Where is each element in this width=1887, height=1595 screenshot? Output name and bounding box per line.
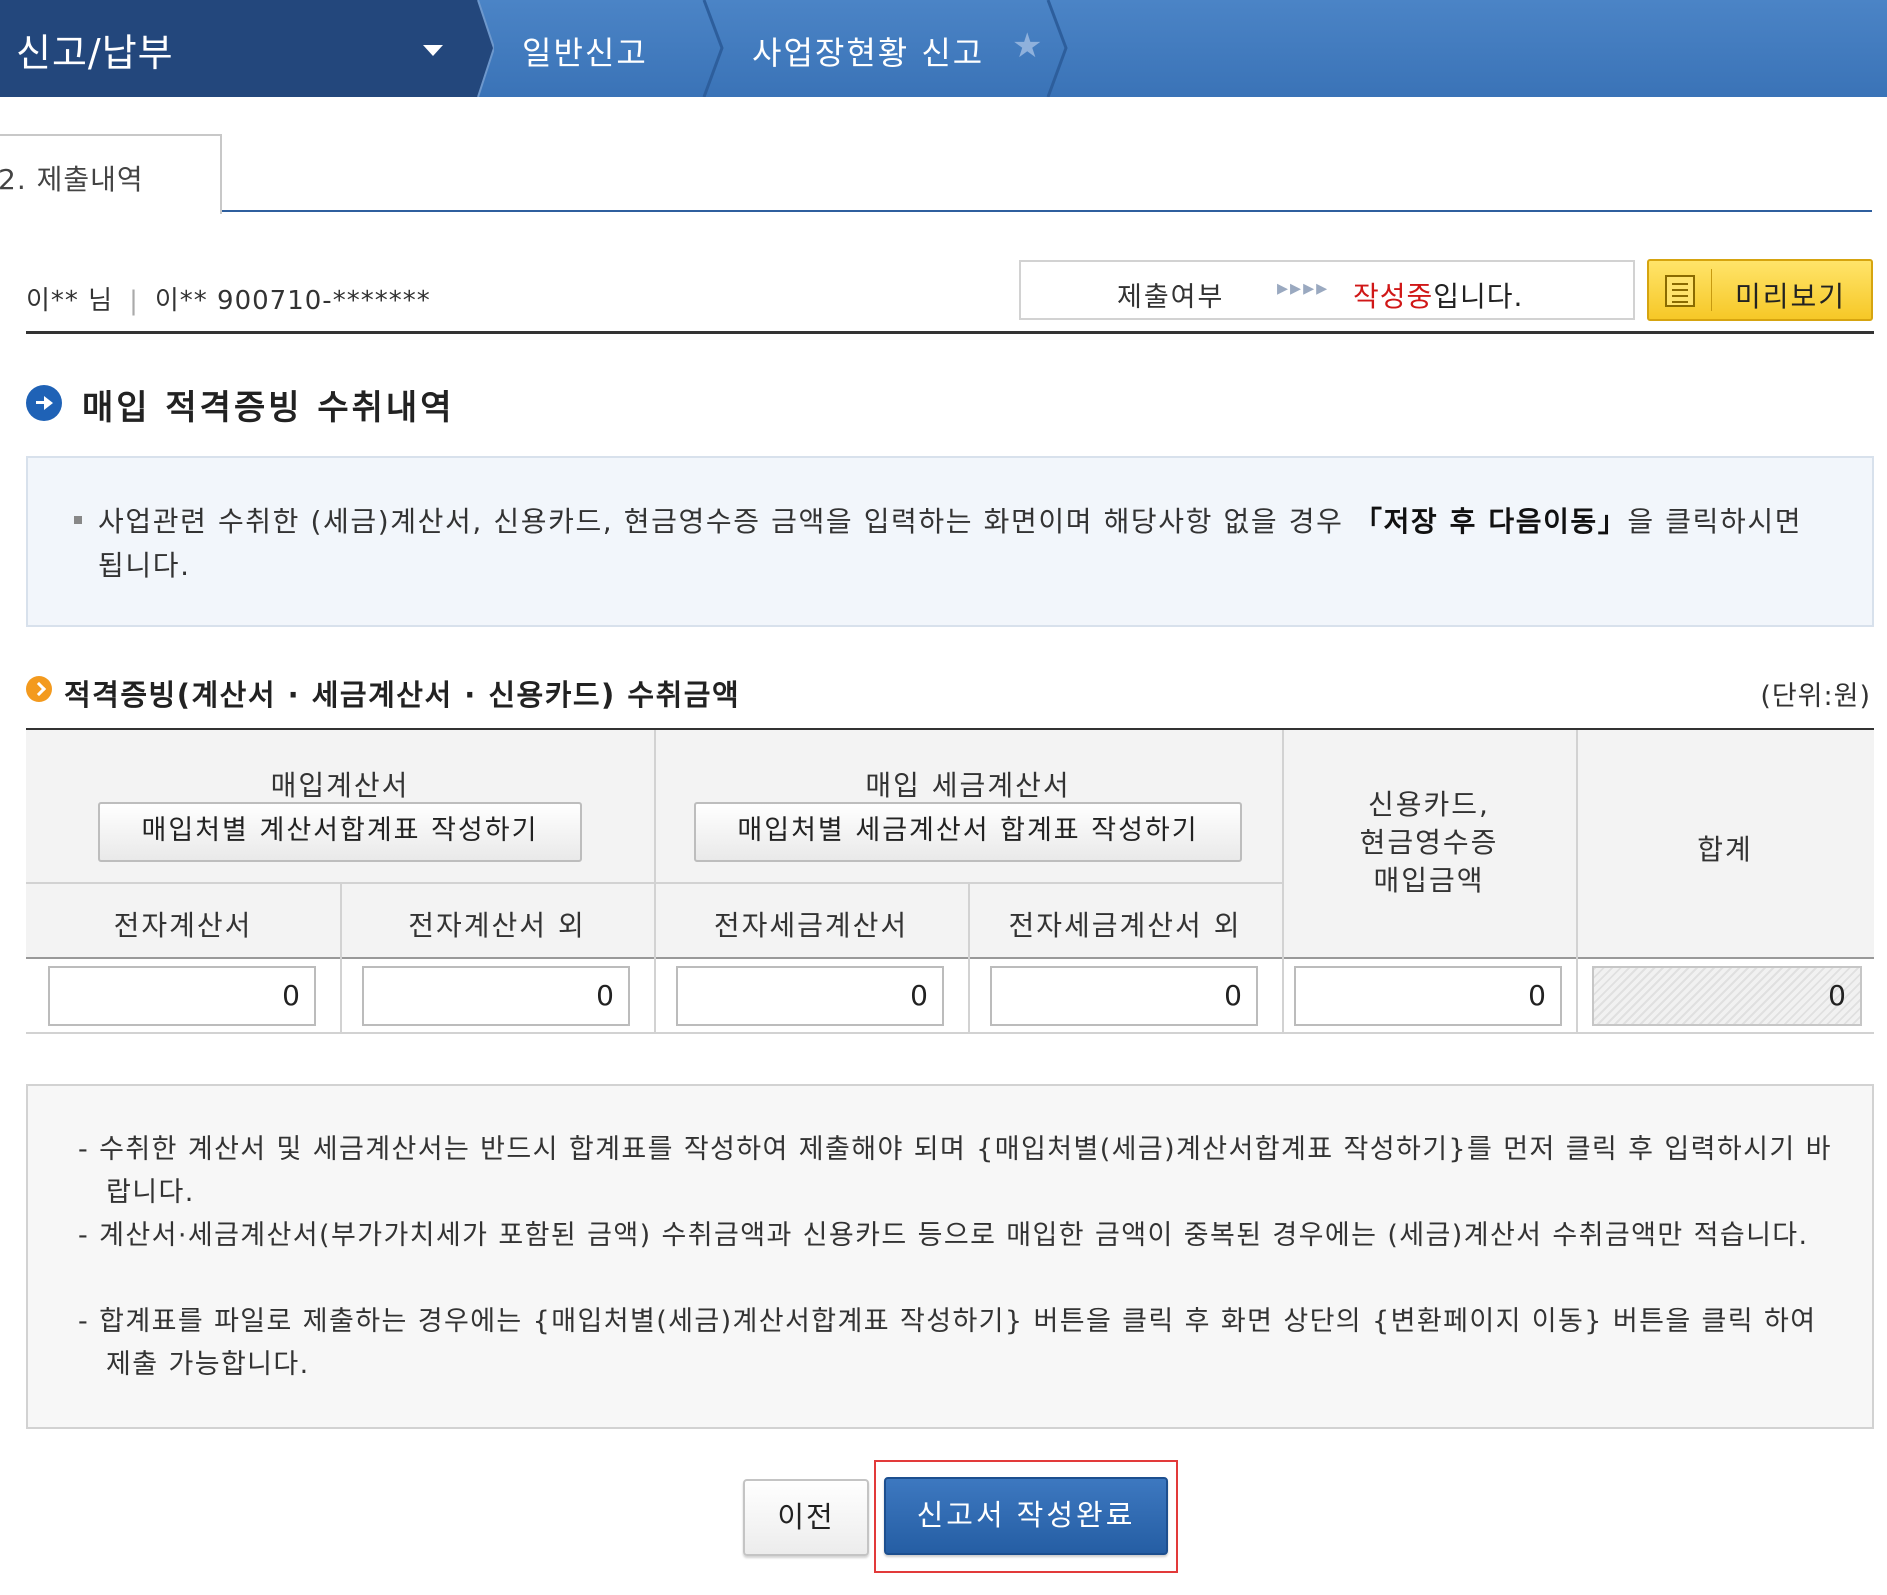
divider: [1711, 269, 1712, 311]
bullet-icon: [74, 516, 82, 524]
header-non-e-invoice: 전자계산서 외: [408, 909, 586, 942]
preview-button[interactable]: 미리보기: [1647, 259, 1873, 321]
section-divider: [26, 331, 1874, 334]
info-text: 사업관련 수취한 (세금)계산서, 신용카드, 현금영수증 금액을 입력하는 화…: [98, 500, 1828, 588]
header-purchase-tax-invoice: 매입 세금계산서: [865, 769, 1071, 802]
preview-button-label: 미리보기: [1735, 280, 1847, 313]
grid-line: [26, 1032, 1874, 1034]
e-invoice-amount-input[interactable]: 0: [48, 966, 316, 1026]
section-title: 매입 적격증빙 수취내역: [82, 388, 455, 428]
user-id: 이** 900710-*******: [154, 286, 431, 316]
nav-main-title[interactable]: 신고/납부: [16, 22, 174, 77]
header-purchase-invoice: 매입계산서: [270, 769, 410, 802]
divider: |: [129, 286, 139, 316]
status-value-rest: 입니다.: [1433, 280, 1524, 313]
status-value: 작성중입니다.: [1353, 275, 1523, 315]
header-card-line: 매입금액: [1373, 864, 1485, 897]
breadcrumb-item-business-report[interactable]: 사업장현황 신고: [752, 28, 984, 74]
purchase-invoice-summary-button[interactable]: 매입처별 계산서합계표 작성하기: [98, 802, 582, 862]
header-card-line: 현금영수증: [1359, 826, 1499, 859]
top-navigation-bar: 신고/납부 일반신고 사업장현황 신고 ★: [0, 0, 1887, 97]
header-e-tax-invoice: 전자세금계산서: [713, 909, 909, 942]
non-e-invoice-amount-input[interactable]: 0: [362, 966, 630, 1026]
amount-table: 매입계산서 매입처별 계산서합계표 작성하기 매입 세금계산서 매입처별 세금계…: [26, 728, 1874, 1034]
header-card-cash-receipt: 신용카드, 현금영수증 매입금액: [1282, 786, 1576, 900]
grid-line: [26, 957, 1874, 959]
info-box: 사업관련 수취한 (세금)계산서, 신용카드, 현금영수증 금액을 입력하는 화…: [26, 456, 1874, 627]
unit-label: (단위:원): [1760, 681, 1871, 712]
breadcrumb-item-general-report[interactable]: 일반신고: [522, 28, 648, 74]
header-e-invoice: 전자계산서: [113, 909, 253, 942]
breadcrumb-separator-icon: [468, 0, 494, 97]
status-arrows-icon: ▸▸▸▸: [1277, 276, 1330, 301]
info-text-part: 사업관련 수취한 (세금)계산서, 신용카드, 현금영수증 금액을 입력하는 화…: [98, 505, 1354, 538]
header-non-e-tax-invoice: 전자세금계산서 외: [1008, 909, 1242, 942]
note-item: - 합계표를 파일로 제출하는 경우에는 {매입처별(세금)계산서합계표 작성하…: [78, 1306, 1817, 1380]
note-item: - 계산서·세금계산서(부가가치세가 포함된 금액) 수취금액과 신용카드 등으…: [78, 1220, 1809, 1251]
notes-box: - 수취한 계산서 및 세금계산서는 반드시 합계표를 작성하여 제출해야 되며…: [26, 1084, 1874, 1429]
grid-line: [968, 884, 970, 1032]
total-amount-readonly: 0: [1592, 966, 1862, 1026]
status-label: 제출여부: [1117, 282, 1225, 313]
grid-line: [654, 730, 656, 1032]
complete-report-button[interactable]: 신고서 작성완료: [884, 1477, 1168, 1555]
document-icon: [1665, 275, 1695, 307]
non-e-tax-invoice-amount-input[interactable]: 0: [990, 966, 1258, 1026]
user-name: 이** 님: [26, 286, 114, 316]
card-cash-receipt-amount-input[interactable]: 0: [1294, 966, 1562, 1026]
nav-main-menu[interactable]: 신고/납부: [0, 0, 478, 97]
user-info: 이** 님 | 이** 900710-*******: [26, 280, 431, 317]
subsection-title: 적격증빙(계산서 · 세금계산서 · 신용카드) 수취금액: [64, 678, 741, 712]
breadcrumb-separator-icon: [1044, 0, 1070, 97]
previous-button[interactable]: 이전: [743, 1479, 869, 1556]
grid-line: [340, 884, 342, 1032]
e-tax-invoice-amount-input[interactable]: 0: [676, 966, 944, 1026]
chevron-down-icon[interactable]: [423, 45, 443, 56]
grid-line: [1576, 730, 1578, 1032]
arrow-right-circle-icon: [26, 385, 62, 421]
note-item: - 수취한 계산서 및 세금계산서는 반드시 합계표를 작성하여 제출해야 되며…: [78, 1134, 1832, 1208]
header-card-line: 신용카드,: [1368, 788, 1490, 821]
status-value-highlight: 작성중: [1353, 280, 1434, 313]
tab-label: 2. 제출내역: [0, 163, 144, 196]
chevron-right-circle-icon: [26, 676, 52, 702]
info-text-emphasis: 「저장 후 다음이동」: [1353, 505, 1628, 538]
tab-underline: [222, 210, 1872, 212]
tab-submission-history[interactable]: 2. 제출내역: [0, 134, 222, 214]
header-total: 합계: [1697, 833, 1753, 866]
submission-status-box: 제출여부 ▸▸▸▸ 작성중입니다.: [1019, 260, 1635, 320]
purchase-tax-invoice-summary-button[interactable]: 매입처별 세금계산서 합계표 작성하기: [694, 802, 1242, 862]
grid-line: [1282, 730, 1284, 1032]
favorite-star-icon[interactable]: ★: [1012, 26, 1042, 66]
breadcrumb-separator-icon: [700, 0, 726, 97]
